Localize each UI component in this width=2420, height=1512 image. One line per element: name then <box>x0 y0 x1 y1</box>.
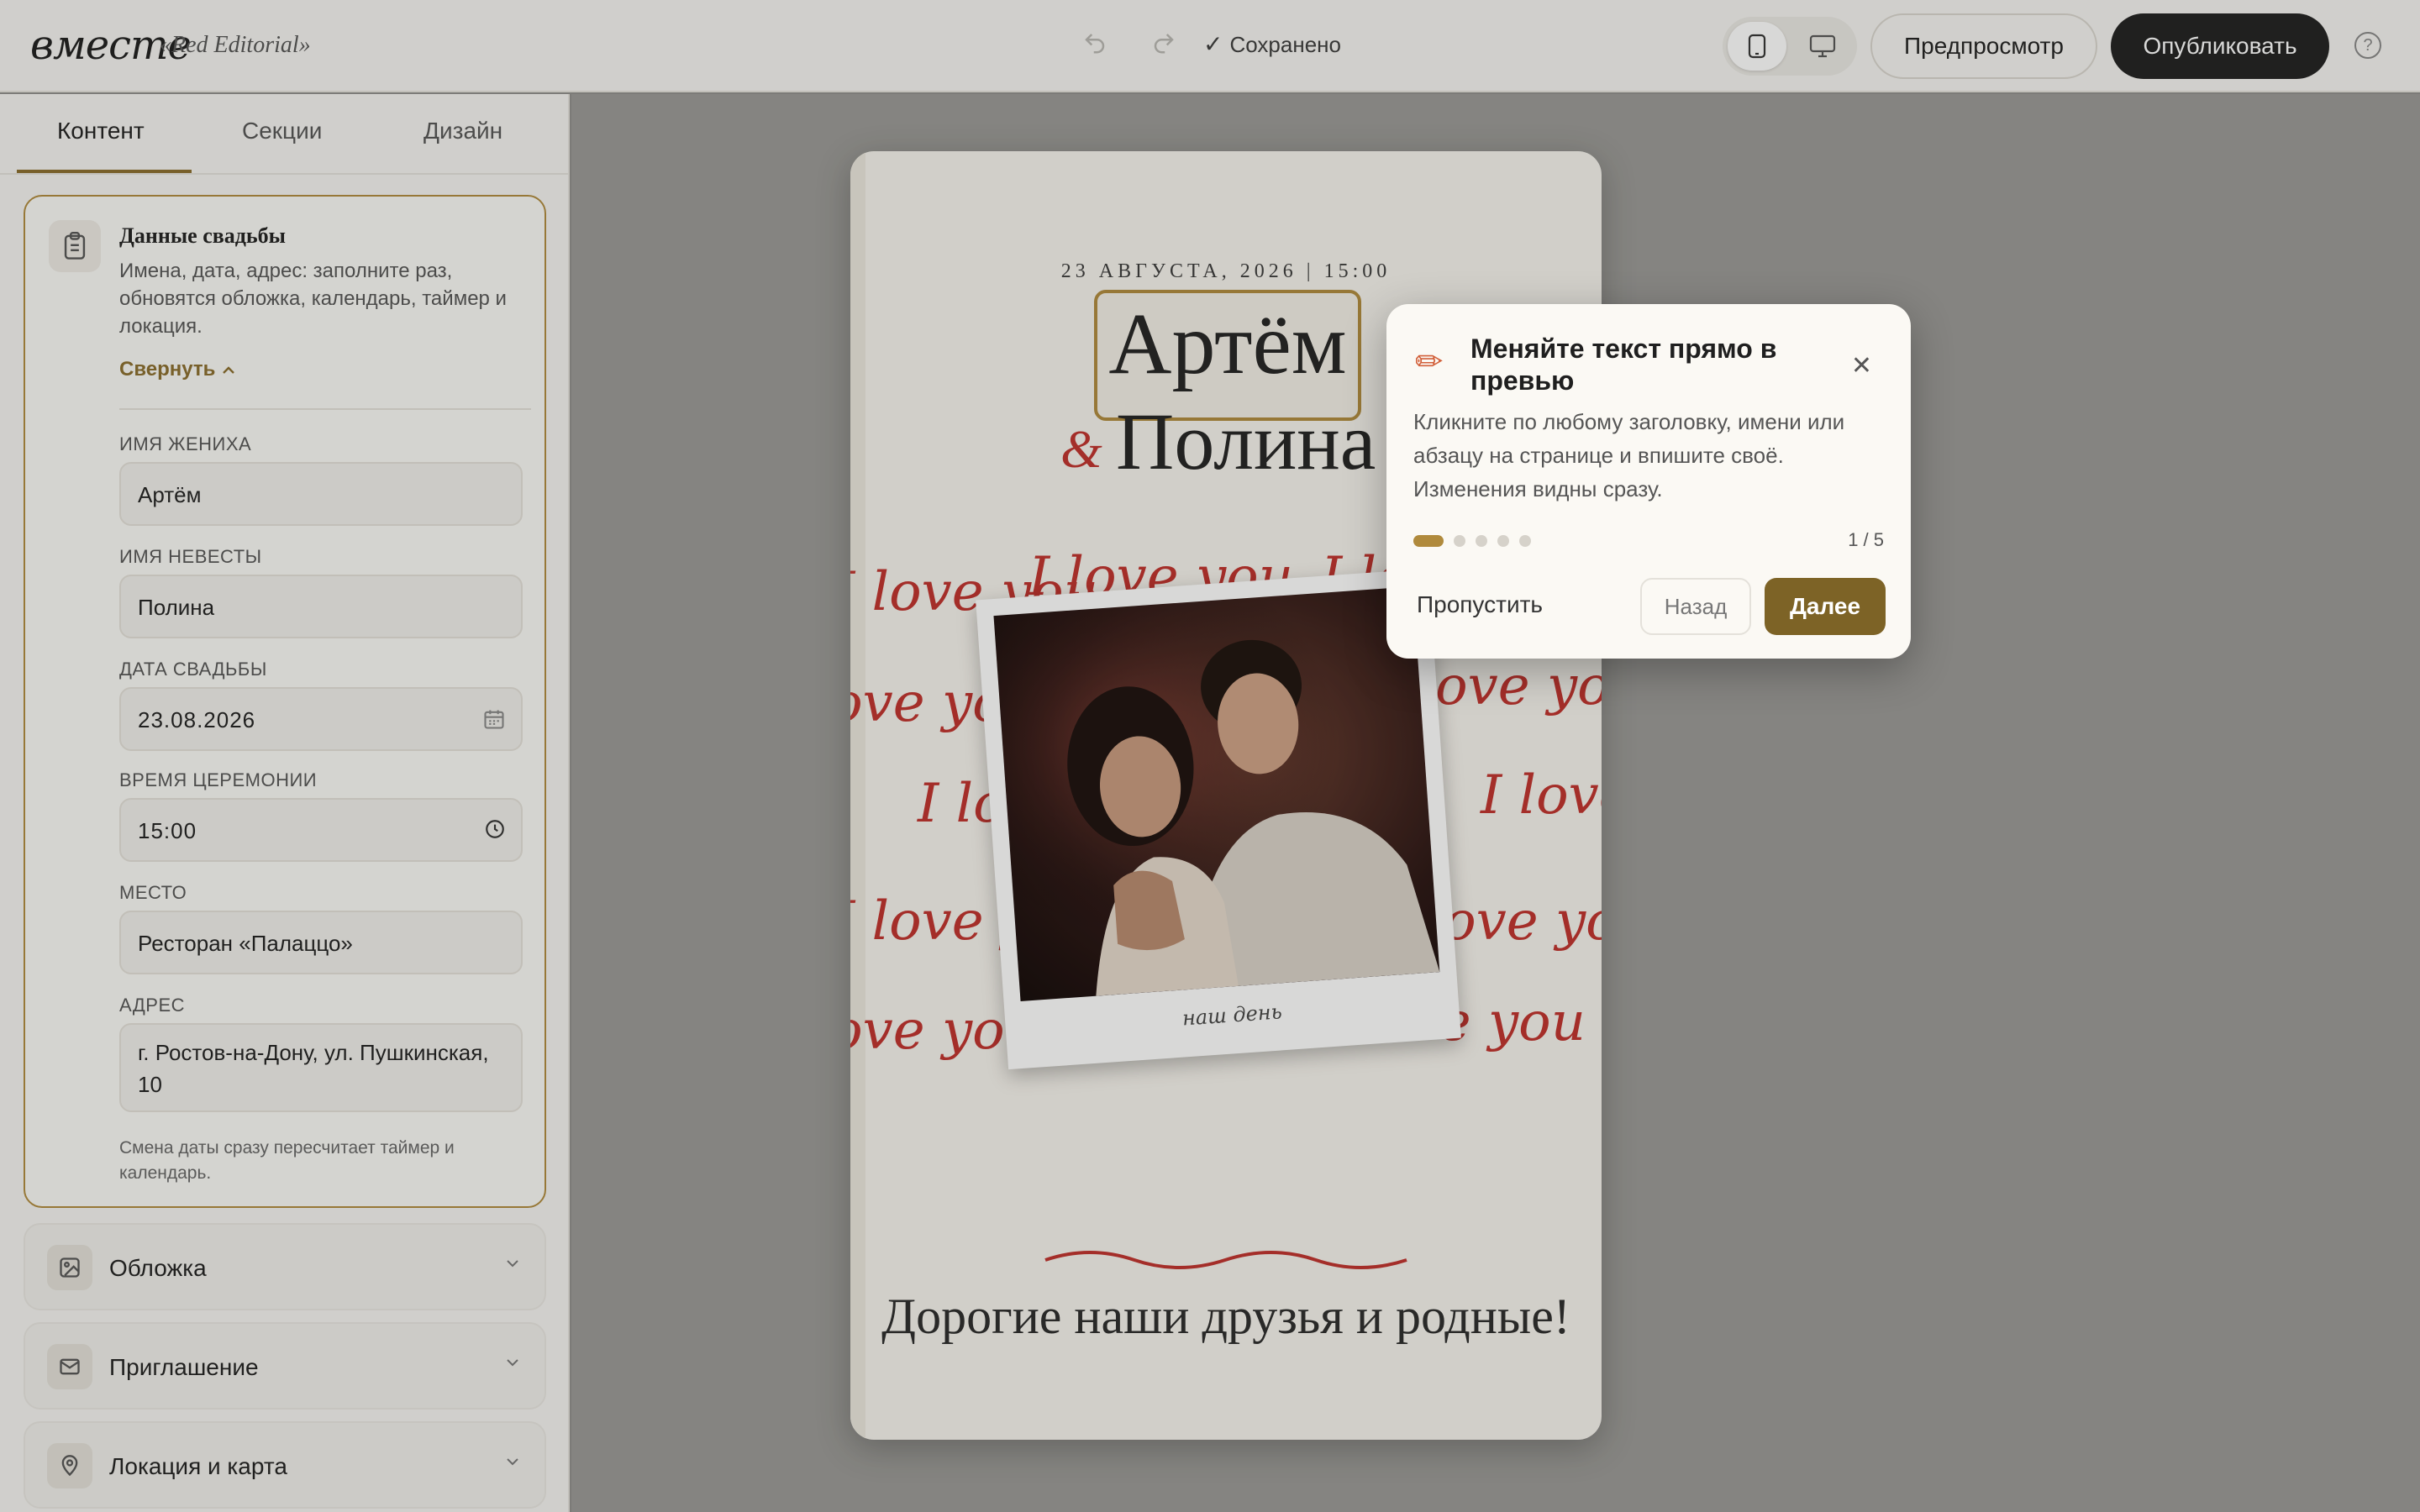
undo-button[interactable] <box>1074 25 1116 67</box>
chevron-up-icon <box>223 366 234 374</box>
map-pin-icon <box>47 1443 92 1488</box>
accordion-cover[interactable]: Обложка <box>24 1223 546 1310</box>
editor-sidebar: Контент Секции Дизайн Данные свадьбы Име… <box>0 94 570 1512</box>
step-dot-active <box>1413 535 1444 547</box>
tour-body: Кликните по любому заголовку, имени или … <box>1413 409 1845 501</box>
greeting-heading[interactable]: Дорогие наши друзья и родные! <box>850 1285 1602 1347</box>
wedding-date-input[interactable]: 23.08.2026 <box>119 687 523 751</box>
bride-name-value: Полина <box>138 595 215 620</box>
top-bar: вместе «Red Editorial» ✓ Сохранено Предпр… <box>0 0 2420 92</box>
step-dot <box>1497 535 1509 547</box>
wedding-card-note: Смена даты сразу пересчитает таймер и ка… <box>119 1138 455 1183</box>
wedding-date-label: ДАТА СВАДЬБЫ <box>119 659 267 680</box>
tour-title: Меняйте текст прямо в превью <box>1470 333 1777 396</box>
bride-name-heading[interactable]: Полина <box>1116 395 1376 488</box>
chevron-down-icon <box>507 1260 518 1268</box>
template-name: «Red Editorial» <box>160 32 311 58</box>
chevron-down-icon <box>507 1359 518 1367</box>
wedding-card-title: Данные свадьбы <box>119 223 286 248</box>
redo-icon <box>1154 34 1174 54</box>
venue-label: МЕСТО <box>119 882 187 903</box>
publish-button[interactable]: Опубликовать <box>2111 13 2329 79</box>
undo-icon <box>1085 34 1105 54</box>
venue-value: Ресторан «Палаццо» <box>138 931 353 956</box>
ceremony-time-value: 15:00 <box>138 818 197 843</box>
tab-sections[interactable]: Секции <box>242 118 322 144</box>
wedding-data-card: Данные свадьбы Имена, дата, адрес: запол… <box>24 195 546 1208</box>
address-textarea[interactable]: г. Ростов-на-Дону, ул. Пушкинская, 10 <box>119 1023 523 1112</box>
ampersand: & <box>1060 419 1102 479</box>
chevron-down-icon <box>507 1458 518 1466</box>
groom-name-heading[interactable]: Артём <box>1094 294 1361 394</box>
back-button[interactable]: Назад <box>1640 578 1751 635</box>
accordion-location-label: Локация и карта <box>109 1453 287 1479</box>
desktop-view-button[interactable] <box>1793 22 1852 71</box>
accordion-location[interactable]: Локация и карта <box>24 1421 546 1509</box>
groom-name-label: ИМЯ ЖЕНИХА <box>119 433 252 454</box>
address-value: г. Ростов-на-Дону, ул. Пушкинская, 10 <box>138 1040 489 1097</box>
phone-icon <box>1748 34 1766 59</box>
wave-divider <box>1044 1251 1407 1269</box>
step-dot <box>1476 535 1487 547</box>
preview-button[interactable]: Предпросмотр <box>1870 13 2097 79</box>
skip-button[interactable]: Пропустить <box>1417 591 1543 618</box>
check-icon: ✓ <box>1203 31 1223 57</box>
image-icon <box>47 1245 92 1290</box>
groom-name-value: Артём <box>138 482 202 507</box>
pencil-icon: ✏ <box>1415 344 1444 381</box>
accordion-cover-label: Обложка <box>109 1255 207 1281</box>
calendar-icon[interactable] <box>482 707 506 737</box>
couple-photo <box>993 586 1440 1001</box>
step-dot <box>1454 535 1465 547</box>
love-pattern-text: I love you <box>1481 764 1602 827</box>
editor-tabs: Контент Секции Дизайн <box>0 94 568 175</box>
save-status: ✓ Сохранено <box>1203 30 1341 58</box>
venue-input[interactable]: Ресторан «Палаццо» <box>119 911 523 974</box>
clipboard-icon <box>49 220 101 272</box>
collapse-label: Свернуть <box>119 358 216 381</box>
wedding-card-description: Имена, дата, адрес: заполните раз, обнов… <box>119 260 507 338</box>
divider <box>119 408 531 410</box>
help-icon[interactable]: ? <box>2354 32 2381 59</box>
clock-icon[interactable] <box>484 818 506 846</box>
step-dot <box>1519 535 1531 547</box>
bride-name-label: ИМЯ НЕВЕСТЫ <box>119 546 262 567</box>
close-icon[interactable]: ✕ <box>1851 351 1872 381</box>
active-tab-indicator <box>17 170 192 173</box>
next-button[interactable]: Далее <box>1765 578 1886 635</box>
collapse-button[interactable]: Свернуть <box>119 358 236 381</box>
save-status-label: Сохранено <box>1229 32 1341 57</box>
phone-frame <box>850 151 865 1440</box>
address-label: АДРЕС <box>119 995 186 1016</box>
bride-name-input[interactable]: Полина <box>119 575 523 638</box>
groom-name-input[interactable]: Артём <box>119 462 523 526</box>
wedding-date-value: 23.08.2026 <box>138 707 256 732</box>
accordion-invitation[interactable]: Приглашение <box>24 1322 546 1410</box>
ceremony-time-label: ВРЕМЯ ЦЕРЕМОНИИ <box>119 769 318 790</box>
accordion-invitation-label: Приглашение <box>109 1354 259 1380</box>
monitor-icon <box>1809 34 1836 58</box>
tab-content[interactable]: Контент <box>57 118 145 144</box>
mobile-view-button[interactable] <box>1728 22 1786 71</box>
device-toggle <box>1723 17 1857 76</box>
redo-button[interactable] <box>1143 25 1185 67</box>
tour-step-counter: 1 / 5 <box>1848 529 1884 550</box>
ceremony-time-input[interactable]: 15:00 <box>119 798 523 862</box>
invitation-date[interactable]: 23 АВГУСТА, 2026 | 15:00 <box>850 260 1602 283</box>
mail-icon <box>47 1344 92 1389</box>
onboarding-tour-popover: ✏ Меняйте текст прямо в превью ✕ Кликнит… <box>1386 304 1911 659</box>
tab-design[interactable]: Дизайн <box>424 118 502 144</box>
